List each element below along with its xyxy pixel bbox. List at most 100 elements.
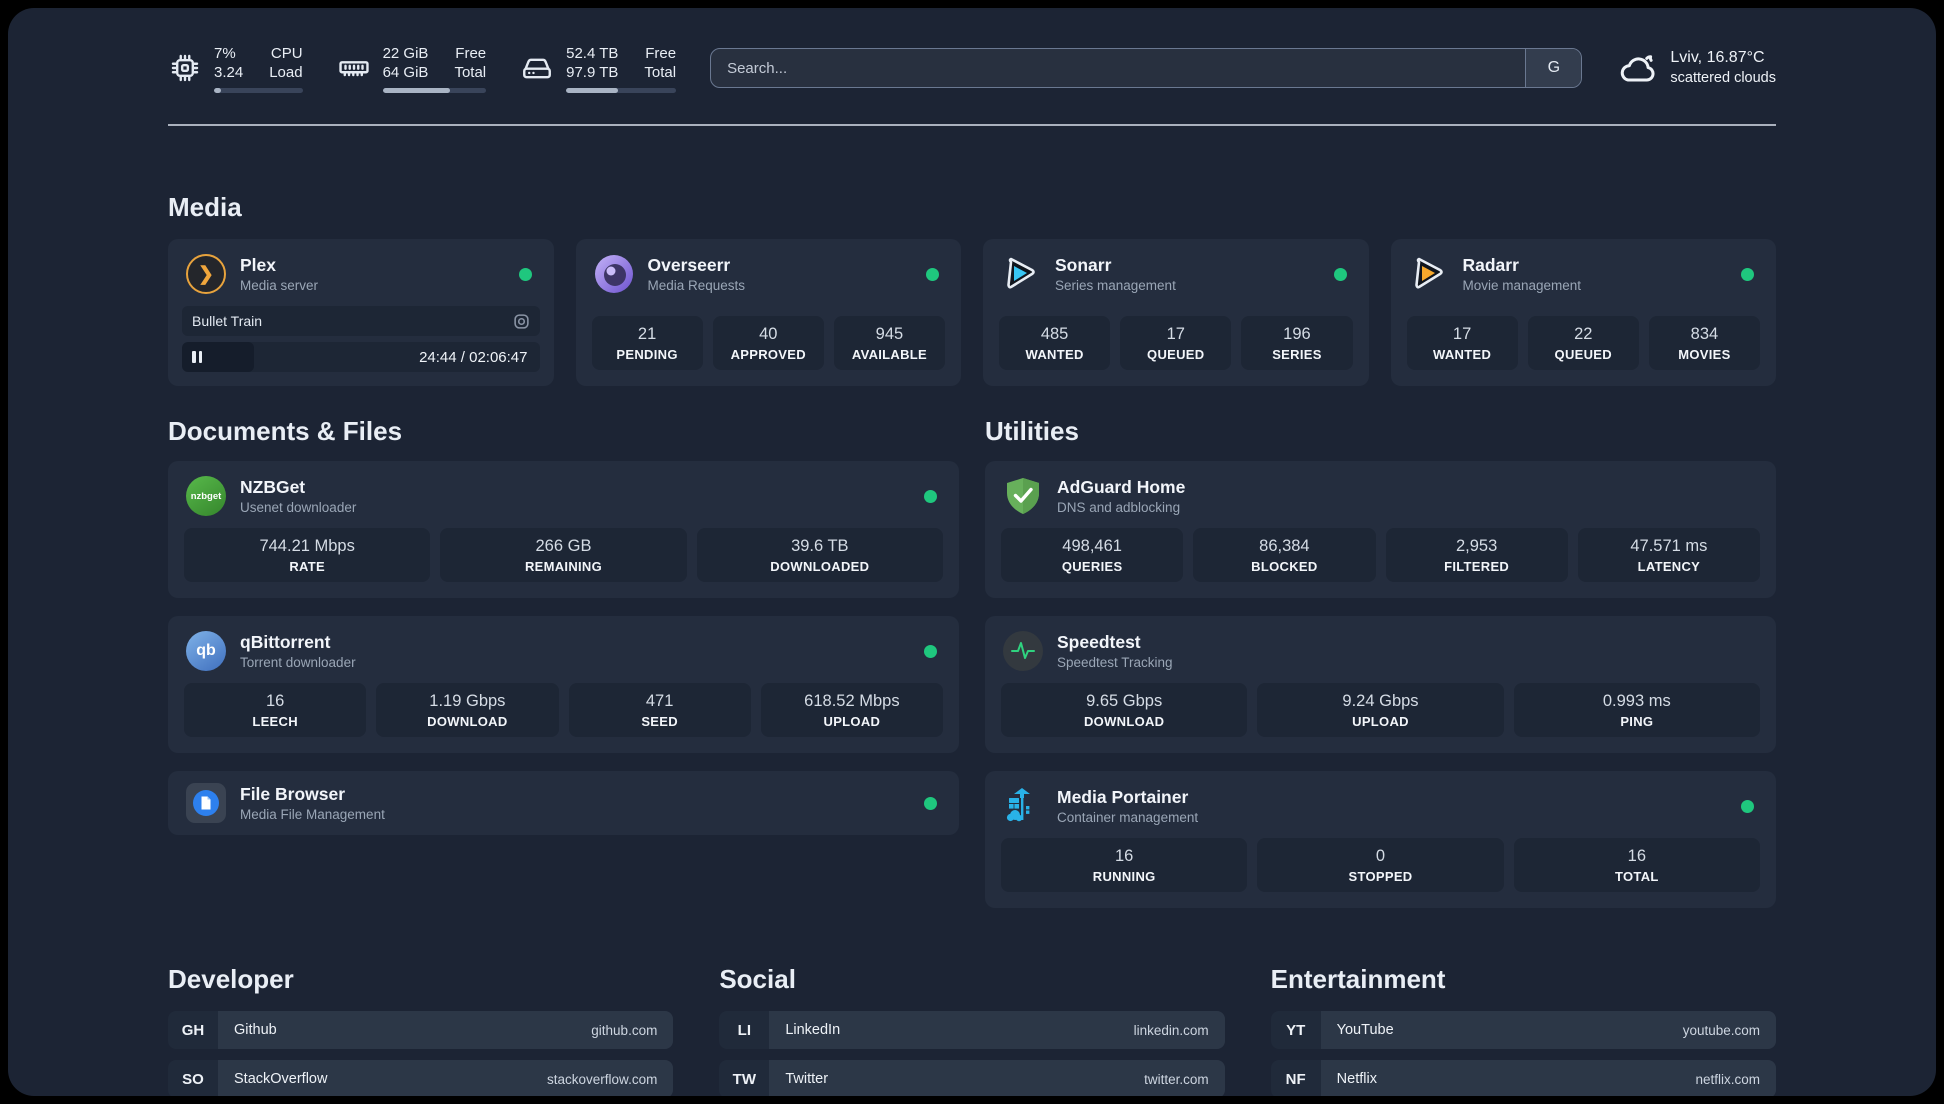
portainer-subtitle: Container management xyxy=(1057,810,1199,825)
bookmark-stackoverflow[interactable]: SO StackOverflow stackoverflow.com xyxy=(168,1060,674,1096)
plex-status-dot xyxy=(518,267,532,281)
stat-box: 47.571 ms LATENCY xyxy=(1577,528,1760,582)
dashboard: 7% 3.24 CPU Load 22 GiB 64 GiB Free Tota… xyxy=(8,8,1936,1096)
bookmark-url: youtube.com xyxy=(1682,1022,1760,1038)
stat-box: 16 LEECH xyxy=(184,683,367,737)
filebrowser-status-dot xyxy=(924,796,937,810)
card-speedtest[interactable]: Speedtest Speedtest Tracking 9.65 Gbps DO… xyxy=(985,616,1776,753)
stat-box: 2,953 FILTERED xyxy=(1385,528,1568,582)
bookmark-linkedin[interactable]: LI LinkedIn linkedin.com xyxy=(719,1011,1225,1049)
portainer-title: Media Portainer xyxy=(1057,787,1189,807)
plex-progress-bar: 24:44 / 02:06:47 xyxy=(182,342,540,372)
stat-box: 0 STOPPED xyxy=(1257,838,1504,892)
search-engine-button[interactable]: G xyxy=(1525,49,1582,87)
bookmark-name: StackOverflow xyxy=(234,1071,328,1087)
stat-box: 485 WANTED xyxy=(999,316,1111,370)
nzbget-icon: nzbget xyxy=(186,476,226,516)
bookmark-group-developer: Developer GH Github github.com SO StackOv… xyxy=(168,964,674,1096)
disk-total-label: Total xyxy=(644,64,677,81)
cpu-label: CPU xyxy=(270,44,303,62)
bookmark-url: linkedin.com xyxy=(1133,1022,1209,1038)
bookmark-youtube[interactable]: YT YouTube youtube.com xyxy=(1270,1011,1776,1049)
qbittorrent-subtitle: Torrent downloader xyxy=(240,655,356,670)
stat-box: 0.993 ms PING xyxy=(1513,683,1760,737)
sonarr-title: Sonarr xyxy=(1055,255,1112,275)
card-portainer[interactable]: Media Portainer Container management 16 R… xyxy=(985,771,1776,908)
stat-box: 40 APPROVED xyxy=(712,316,824,370)
bookmark-twitter[interactable]: TW Twitter twitter.com xyxy=(719,1060,1225,1096)
card-filebrowser[interactable]: File Browser Media File Management xyxy=(168,771,959,835)
stat-box: 618.52 Mbps UPLOAD xyxy=(760,683,943,737)
disk-total: 97.9 TB xyxy=(566,64,619,81)
nzbget-subtitle: Usenet downloader xyxy=(240,500,357,515)
bookmark-abbr: GH xyxy=(168,1011,218,1049)
plex-title: Plex xyxy=(240,255,276,275)
speedtest-title: Speedtest xyxy=(1057,632,1141,652)
disk-progress-fill xyxy=(566,87,618,93)
pause-button[interactable] xyxy=(192,351,202,363)
search-input[interactable] xyxy=(711,49,1526,87)
ram-free: 22 GiB xyxy=(382,44,429,62)
stat-box: 21 PENDING xyxy=(591,316,703,370)
stat-box: 16 RUNNING xyxy=(1001,838,1248,892)
section-title-utilities: Utilities xyxy=(985,416,1079,446)
stat-box: 17 WANTED xyxy=(1406,316,1518,370)
cpu-progress-fill xyxy=(214,87,222,93)
bookmark-abbr: NF xyxy=(1270,1060,1321,1096)
card-radarr[interactable]: Radarr Movie management 17 WANTED 22 QUEUE… xyxy=(1390,239,1776,386)
bookmark-name: Netflix xyxy=(1336,1071,1377,1087)
sonarr-icon xyxy=(1007,257,1035,289)
card-nzbget[interactable]: nzbget NZBGet Usenet downloader 744.21 M… xyxy=(168,461,959,598)
bookmark-github[interactable]: GH Github github.com xyxy=(168,1011,674,1049)
card-plex[interactable]: ❯ Plex Media server Bullet Train 24:44 /… xyxy=(168,239,554,386)
bookmark-group-entertainment: Entertainment YT YouTube youtube.com NF N… xyxy=(1270,964,1776,1096)
section-title-entertainment: Entertainment xyxy=(1270,964,1446,994)
stat-box: 1.19 Gbps DOWNLOAD xyxy=(376,683,559,737)
stat-box: 498,461 QUERIES xyxy=(1001,528,1184,582)
stat-box: 471 SEED xyxy=(568,683,751,737)
bookmark-group-social: Social LI LinkedIn linkedin.com TW Twitte… xyxy=(719,964,1225,1096)
top-bar: 7% 3.24 CPU Load 22 GiB 64 GiB Free Tota… xyxy=(168,42,1776,94)
adguard-title: AdGuard Home xyxy=(1057,477,1186,497)
section-title-documents: Documents & Files xyxy=(168,416,403,446)
bookmark-abbr: YT xyxy=(1270,1011,1321,1049)
cpu-stat: 7% 3.24 CPU Load xyxy=(168,44,303,93)
stat-box: 834 MOVIES xyxy=(1648,316,1761,370)
cpu-progress-track xyxy=(214,87,303,93)
stat-box: 17 QUEUED xyxy=(1120,316,1232,370)
stat-box: 9.65 Gbps DOWNLOAD xyxy=(1001,683,1248,737)
bookmark-url: twitter.com xyxy=(1144,1071,1209,1087)
bookmark-name: Github xyxy=(234,1022,277,1038)
card-adguard[interactable]: AdGuard Home DNS and adblocking 498,461 Q… xyxy=(985,461,1776,598)
bookmark-abbr: SO xyxy=(168,1060,218,1096)
ram-icon xyxy=(338,61,369,77)
section-title-social: Social xyxy=(719,964,796,994)
stat-box: 39.6 TB DOWNLOADED xyxy=(696,528,943,582)
section-title-developer: Developer xyxy=(168,964,294,994)
card-overseerr[interactable]: Overseerr Media Requests 21 PENDING 40 APP… xyxy=(575,239,961,386)
ram-free-label: Free xyxy=(455,44,487,62)
card-sonarr[interactable]: Sonarr Series management 485 WANTED 17 QUE… xyxy=(983,239,1369,386)
bookmark-abbr: TW xyxy=(719,1060,770,1096)
bookmark-url: stackoverflow.com xyxy=(547,1071,658,1087)
filebrowser-title: File Browser xyxy=(240,784,346,804)
radarr-subtitle: Movie management xyxy=(1462,278,1582,293)
weather-location-temp: Lviv, 16.87°C xyxy=(1670,49,1765,67)
sonarr-subtitle: Series management xyxy=(1055,278,1176,293)
disk-free: 52.4 TB xyxy=(566,44,619,62)
adguard-icon xyxy=(1007,478,1039,514)
cloud-icon xyxy=(1621,55,1655,82)
cpu-label2: Load xyxy=(269,64,303,81)
card-qbittorrent[interactable]: qb qBittorrent Torrent downloader 16 LEEC… xyxy=(168,616,959,753)
stat-box: 196 SERIES xyxy=(1241,316,1353,370)
filebrowser-subtitle: Media File Management xyxy=(240,807,385,822)
stat-box: 945 AVAILABLE xyxy=(833,316,946,370)
radarr-icon xyxy=(1414,257,1443,289)
stat-box: 86,384 BLOCKED xyxy=(1193,528,1376,582)
disk-icon xyxy=(523,58,552,79)
stat-box: 16 TOTAL xyxy=(1513,838,1760,892)
stat-box: 22 QUEUED xyxy=(1527,316,1639,370)
disk-free-label: Free xyxy=(645,44,677,62)
weather-widget: Lviv, 16.87°C scattered clouds xyxy=(1616,48,1776,88)
bookmark-netflix[interactable]: NF Netflix netflix.com xyxy=(1270,1060,1776,1096)
